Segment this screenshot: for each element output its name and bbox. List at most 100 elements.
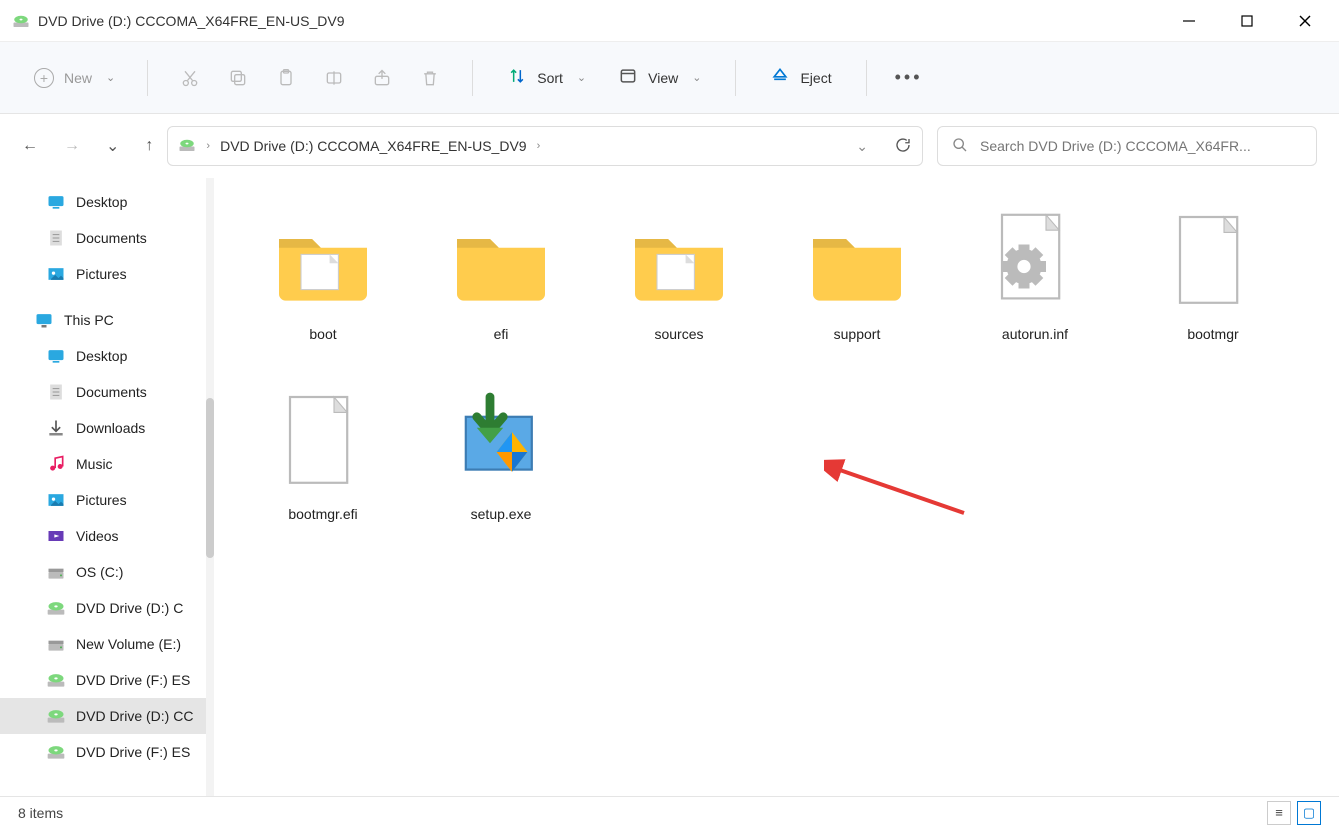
delete-button[interactable] — [410, 58, 450, 98]
folder-doc-icon — [624, 206, 734, 316]
file-label: boot — [309, 326, 336, 342]
chevron-down-icon: ⌄ — [692, 71, 701, 84]
refresh-button[interactable] — [894, 136, 912, 157]
search-input[interactable] — [980, 138, 1302, 154]
sidebar-item-dvd-drive-d-cc[interactable]: DVD Drive (D:) CC — [0, 698, 214, 734]
address-dropdown[interactable]: ⌄ — [856, 138, 868, 155]
dvd-icon — [178, 136, 196, 157]
sidebar-item-desktop[interactable]: Desktop — [0, 338, 214, 374]
up-button[interactable]: ↑ — [145, 137, 153, 155]
plus-icon: + — [34, 68, 54, 88]
new-button[interactable]: + New ⌄ — [24, 62, 125, 94]
sidebar-item-videos[interactable]: Videos — [0, 518, 214, 554]
more-button[interactable]: ••• — [889, 58, 929, 98]
search-icon — [952, 137, 968, 156]
file-item-setup-exe[interactable]: setup.exe — [412, 376, 590, 556]
file-item-sources[interactable]: sources — [590, 196, 768, 376]
sidebar-label: DVD Drive (D:) C — [76, 600, 183, 616]
sidebar-item-pictures[interactable]: Pictures — [0, 256, 214, 292]
file-icon — [1158, 206, 1268, 316]
maximize-button[interactable] — [1233, 7, 1261, 35]
navigation-area: ← → ⌄ ↑ › DVD Drive (D:) CCCOMA_X64FRE_E… — [0, 114, 1339, 178]
sidebar-label: Documents — [76, 230, 147, 246]
divider — [472, 60, 473, 96]
file-label: efi — [494, 326, 509, 342]
file-label: support — [834, 326, 881, 342]
sidebar-label: OS (C:) — [76, 564, 123, 580]
icons-view-button[interactable]: ▢ — [1297, 801, 1321, 825]
folder-icon — [446, 206, 556, 316]
sidebar-item-dvd-drive-d-c[interactable]: DVD Drive (D:) C — [0, 590, 214, 626]
sidebar-label: New Volume (E:) — [76, 636, 181, 652]
eject-label: Eject — [800, 70, 831, 86]
sidebar-item-this-pc[interactable]: This PC — [0, 302, 214, 338]
view-button[interactable]: View ⌄ — [606, 60, 713, 95]
sort-icon — [507, 66, 527, 89]
cut-button[interactable] — [170, 58, 210, 98]
sidebar-item-dvd-drive-f-es[interactable]: DVD Drive (F:) ES — [0, 734, 214, 770]
sidebar-label: DVD Drive (D:) CC — [76, 708, 193, 724]
rename-button[interactable] — [314, 58, 354, 98]
sidebar-label: Documents — [76, 384, 147, 400]
file-label: setup.exe — [471, 506, 532, 522]
details-view-button[interactable]: ≡ — [1267, 801, 1291, 825]
sidebar-item-new-volume-e-[interactable]: New Volume (E:) — [0, 626, 214, 662]
sidebar-item-documents[interactable]: Documents — [0, 374, 214, 410]
sidebar-item-os-c-[interactable]: OS (C:) — [0, 554, 214, 590]
file-item-bootmgr-efi[interactable]: bootmgr.efi — [234, 376, 412, 556]
body: Desktop Documents Pictures This PC Desktop Do… — [0, 178, 1339, 796]
setup-icon — [446, 386, 556, 496]
eject-button[interactable]: Eject — [758, 60, 843, 95]
share-button[interactable] — [362, 58, 402, 98]
toolbar: + New ⌄ Sort ⌄ View ⌄ Eject ••• — [0, 42, 1339, 114]
file-item-efi[interactable]: efi — [412, 196, 590, 376]
window-title: DVD Drive (D:) CCCOMA_X64FRE_EN-US_DV9 — [38, 13, 1175, 29]
file-icon — [268, 386, 378, 496]
scrollbar-thumb[interactable] — [206, 398, 214, 558]
statusbar: 8 items ≡ ▢ — [0, 796, 1339, 828]
sidebar-item-downloads[interactable]: Downloads — [0, 410, 214, 446]
copy-button[interactable] — [218, 58, 258, 98]
eject-icon — [770, 66, 790, 89]
file-item-autorun-inf[interactable]: autorun.inf — [946, 196, 1124, 376]
sort-label: Sort — [537, 70, 563, 86]
back-button[interactable]: ← — [22, 137, 38, 155]
sidebar-item-pictures[interactable]: Pictures — [0, 482, 214, 518]
close-button[interactable] — [1291, 7, 1319, 35]
breadcrumb-sep: › — [206, 140, 210, 152]
divider — [866, 60, 867, 96]
sidebar-label: Music — [76, 456, 113, 472]
sidebar-label: Desktop — [76, 348, 127, 364]
sidebar-item-dvd-drive-f-es[interactable]: DVD Drive (F:) ES — [0, 662, 214, 698]
minimize-button[interactable] — [1175, 7, 1203, 35]
content-pane[interactable]: boot efi sources support autorun.inf bootmgr b… — [214, 178, 1339, 796]
sidebar-label: DVD Drive (F:) ES — [76, 744, 190, 760]
sidebar-label: Pictures — [76, 492, 127, 508]
divider — [147, 60, 148, 96]
file-label: bootmgr.efi — [288, 506, 357, 522]
view-icon — [618, 66, 638, 89]
paste-button[interactable] — [266, 58, 306, 98]
dvd-icon — [12, 12, 30, 30]
recent-button[interactable]: ⌄ — [106, 136, 119, 156]
file-label: sources — [654, 326, 703, 342]
sidebar-label: This PC — [64, 312, 114, 328]
address-bar[interactable]: › DVD Drive (D:) CCCOMA_X64FRE_EN-US_DV9… — [167, 126, 923, 166]
forward-button[interactable]: → — [64, 137, 80, 155]
sidebar-label: Videos — [76, 528, 119, 544]
sidebar-label: Downloads — [76, 420, 145, 436]
sidebar-item-desktop[interactable]: Desktop — [0, 184, 214, 220]
sidebar-label: DVD Drive (F:) ES — [76, 672, 190, 688]
file-item-bootmgr[interactable]: bootmgr — [1124, 196, 1302, 376]
file-item-boot[interactable]: boot — [234, 196, 412, 376]
breadcrumb-sep: › — [537, 140, 541, 152]
breadcrumb[interactable]: DVD Drive (D:) CCCOMA_X64FRE_EN-US_DV9 — [220, 138, 527, 154]
new-label: New — [64, 70, 92, 86]
sort-button[interactable]: Sort ⌄ — [495, 60, 598, 95]
file-label: autorun.inf — [1002, 326, 1068, 342]
search-box[interactable] — [937, 126, 1317, 166]
file-item-support[interactable]: support — [768, 196, 946, 376]
sidebar-label: Desktop — [76, 194, 127, 210]
sidebar-item-music[interactable]: Music — [0, 446, 214, 482]
sidebar-item-documents[interactable]: Documents — [0, 220, 214, 256]
